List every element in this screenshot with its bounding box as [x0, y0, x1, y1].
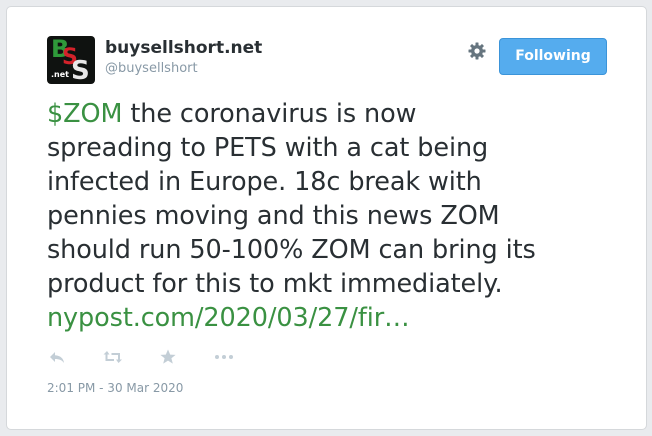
tweet-line: $ZOM the coronavirus is now	[47, 97, 617, 131]
reply-icon[interactable]	[47, 347, 69, 367]
more-icon[interactable]	[213, 347, 235, 367]
screen-name[interactable]: @buysellshort	[105, 61, 198, 76]
avatar-logo-s-second: S	[71, 56, 90, 84]
avatar-logo-net: .net	[51, 70, 69, 79]
tweet-text: $ZOM the coronavirus is now spreading to…	[47, 97, 617, 335]
tweet-line: spreading to PETS with a cat being	[47, 133, 489, 163]
tweet-card: B S S .net buysellshort.net @buysellshor…	[6, 6, 647, 430]
article-link[interactable]: nypost.com/2020/03/27/fir…	[47, 301, 617, 335]
avatar[interactable]: B S S .net	[47, 36, 95, 84]
following-button[interactable]: Following	[499, 38, 607, 75]
gear-icon[interactable]	[467, 41, 487, 61]
retweet-icon[interactable]	[102, 347, 124, 367]
tweet-line: infected in Europe. 18c break with	[47, 167, 482, 197]
display-name[interactable]: buysellshort.net	[105, 38, 262, 58]
tweet-timestamp[interactable]: 2:01 PM - 30 Mar 2020	[47, 381, 183, 395]
tweet-line-text: the coronavirus is now	[122, 99, 417, 129]
favorite-icon[interactable]	[158, 347, 180, 367]
cashtag-link[interactable]: $ZOM	[47, 99, 122, 129]
tweet-line: product for this to mkt immediately.	[47, 269, 503, 299]
tweet-line: should run 50-100% ZOM can bring its	[47, 235, 536, 265]
tweet-line: pennies moving and this news ZOM	[47, 201, 500, 231]
